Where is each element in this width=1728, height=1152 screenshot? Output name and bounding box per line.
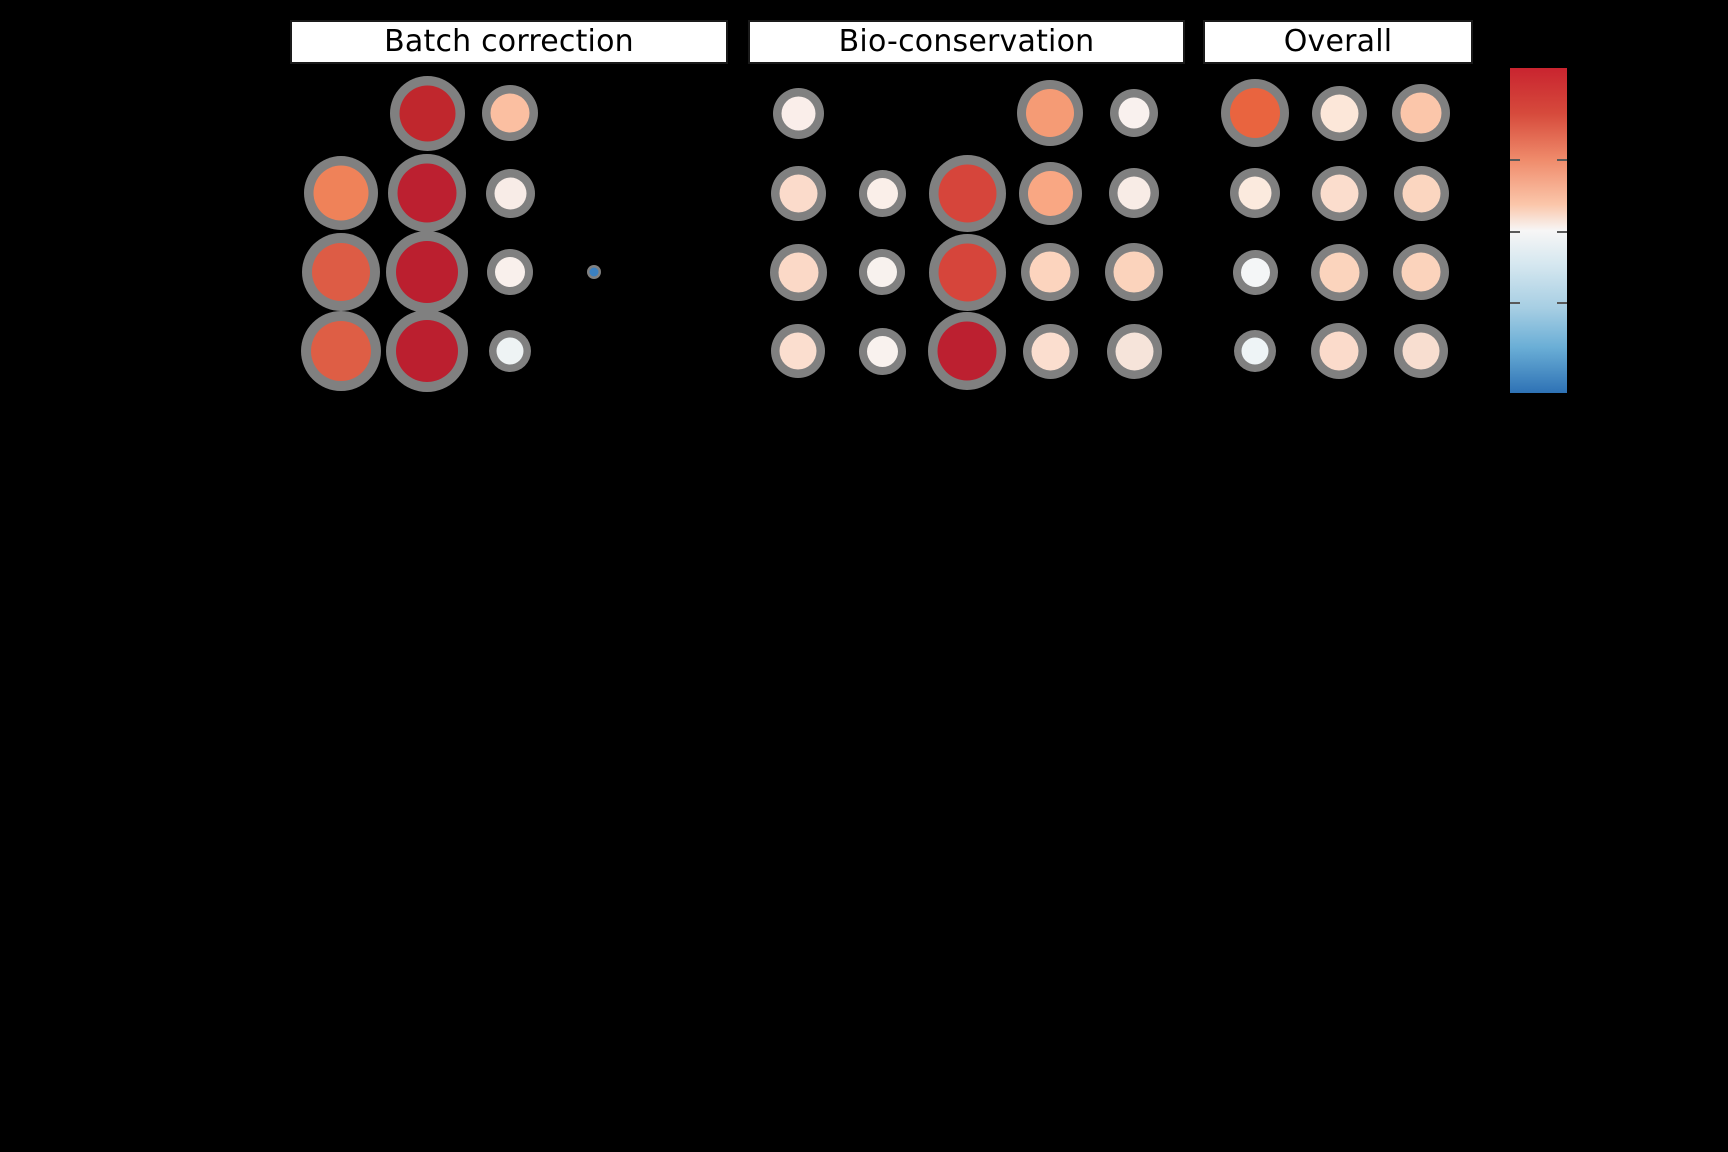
score-colorbar [1510, 68, 1567, 393]
score-dot-core [938, 243, 996, 301]
colorbar-tick [1510, 230, 1520, 233]
score-dot-core [1402, 174, 1440, 212]
score-dot-core [589, 267, 599, 277]
score-dot-core [490, 93, 530, 133]
score-dot[interactable] [587, 265, 601, 279]
score-dot[interactable] [1221, 79, 1289, 147]
score-dot[interactable] [1393, 165, 1449, 221]
score-dot-core [496, 337, 524, 365]
score-dot-core [1026, 89, 1074, 137]
score-dot-core [311, 321, 371, 381]
score-dot[interactable] [769, 243, 827, 301]
score-dot[interactable] [1110, 89, 1158, 137]
score-dot-core [1031, 332, 1069, 370]
score-dot-core [1238, 176, 1272, 210]
score-dot-core [494, 177, 526, 209]
score-dot-core [1401, 252, 1441, 292]
group-header-bio-conservation: Bio-conservation [748, 20, 1185, 64]
score-dot-core [866, 335, 898, 367]
colorbar-tick [1510, 302, 1520, 304]
score-dot[interactable] [1230, 168, 1280, 218]
score-dot[interactable] [770, 165, 826, 221]
group-header-label: Bio-conservation [838, 24, 1095, 59]
score-dot-core [1115, 332, 1153, 370]
colorbar-tick [1557, 230, 1567, 233]
score-dot[interactable] [304, 156, 378, 230]
score-dot[interactable] [1022, 323, 1078, 379]
score-dot[interactable] [1109, 168, 1159, 218]
colorbar-tick [1510, 159, 1520, 161]
score-dot-core [1241, 337, 1269, 365]
score-dot[interactable] [489, 330, 531, 372]
score-dot[interactable] [1021, 243, 1079, 301]
score-dot[interactable] [386, 231, 468, 313]
score-dot-core [1230, 88, 1280, 138]
score-dot[interactable] [487, 249, 533, 295]
score-dot[interactable] [1310, 243, 1368, 301]
score-dot[interactable] [301, 311, 381, 391]
score-dot[interactable] [1311, 323, 1367, 379]
score-dot-core [1320, 94, 1358, 132]
score-dot-core [312, 243, 370, 301]
score-dot-core [778, 252, 818, 292]
score-dot[interactable] [389, 75, 465, 151]
score-dot[interactable] [1106, 323, 1162, 379]
score-dot-core [1319, 252, 1359, 292]
group-header-batch-correction: Batch correction [290, 20, 728, 64]
score-dot[interactable] [1234, 330, 1276, 372]
score-dot-core [313, 165, 369, 221]
score-dot-core [1027, 170, 1073, 216]
score-dot[interactable] [388, 154, 466, 232]
score-dot[interactable] [928, 233, 1006, 311]
score-dot-core [781, 96, 815, 130]
score-dot-core [938, 164, 996, 222]
score-dot-core [779, 332, 817, 370]
score-dot-core [1319, 331, 1359, 371]
score-dot-core [1118, 97, 1150, 129]
score-dot-core [779, 174, 817, 212]
score-dot[interactable] [482, 85, 538, 141]
score-dot[interactable] [1393, 244, 1449, 300]
score-dot[interactable] [771, 324, 825, 378]
score-dot[interactable] [1232, 249, 1278, 295]
score-dot[interactable] [1311, 165, 1367, 221]
score-dot-core [1117, 176, 1151, 210]
score-dot-core [396, 320, 458, 382]
score-dot[interactable] [928, 312, 1006, 390]
score-dot-core [396, 241, 458, 303]
score-dot[interactable] [1392, 84, 1450, 142]
score-dot-core [1402, 332, 1440, 370]
score-dot[interactable] [1018, 161, 1082, 225]
score-dot[interactable] [1105, 243, 1163, 301]
score-dot[interactable] [858, 169, 906, 217]
group-header-label: Batch correction [384, 24, 634, 59]
score-dot[interactable] [858, 327, 906, 375]
score-dot[interactable] [1311, 85, 1367, 141]
score-dot[interactable] [859, 249, 905, 295]
score-dot-core [937, 321, 997, 381]
score-dot-core [866, 177, 898, 209]
score-dot-core [867, 257, 897, 287]
score-dot-core [399, 85, 455, 141]
score-dot-core [397, 163, 457, 223]
score-dot-core [1320, 174, 1358, 212]
score-dot[interactable] [928, 154, 1006, 232]
colorbar-tick [1557, 302, 1567, 304]
score-dot[interactable] [302, 233, 380, 311]
score-dot-core [1029, 251, 1071, 293]
colorbar-tick [1557, 159, 1567, 161]
score-dot[interactable] [772, 87, 824, 139]
score-dot[interactable] [1394, 324, 1448, 378]
benchmark-dotplot-figure: Batch correction Bio-conservation Overal… [0, 0, 1728, 1152]
score-dot-core [1240, 257, 1270, 287]
score-dot-core [495, 257, 525, 287]
score-dot[interactable] [485, 168, 535, 218]
score-dot[interactable] [386, 310, 468, 392]
score-dot-core [1400, 92, 1442, 134]
group-header-label: Overall [1283, 24, 1393, 59]
score-dot-core [1113, 251, 1155, 293]
score-dot[interactable] [1017, 80, 1083, 146]
group-header-overall: Overall [1203, 20, 1473, 64]
